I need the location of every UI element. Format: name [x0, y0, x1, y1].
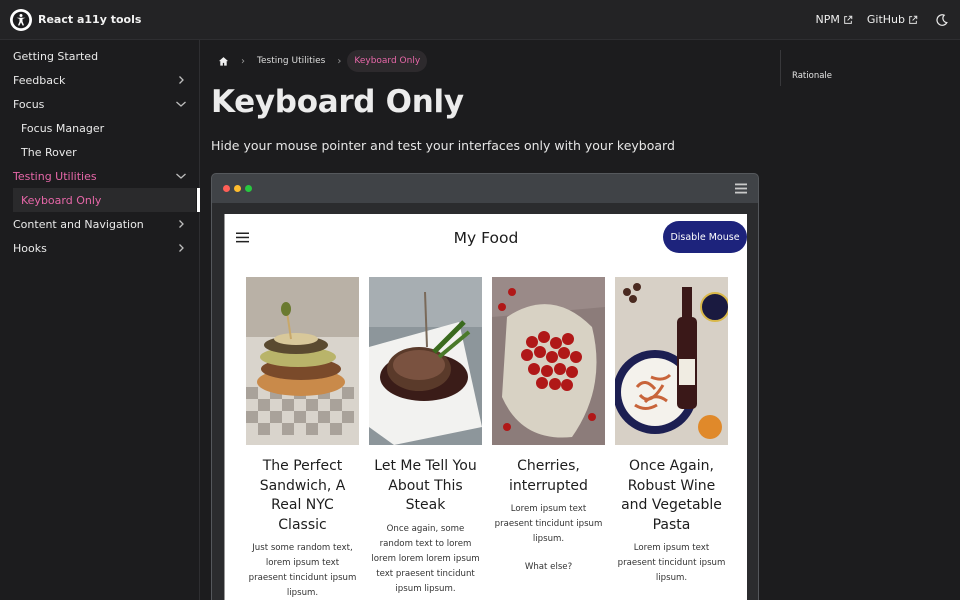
sidebar-item-label: Feedback [13, 73, 66, 87]
top-bar: React a11y tools NPM GitHub [0, 0, 960, 40]
sidebar: Getting Started Feedback Focus Focus Man… [0, 40, 200, 600]
sidebar-item-content-and-navigation[interactable]: Content and Navigation [0, 212, 199, 236]
breadcrumb-item-testing-utilities[interactable]: Testing Utilities [251, 56, 331, 66]
wine-pasta-photo [615, 277, 728, 445]
demo-header: My Food Disable Mouse [225, 214, 747, 262]
github-link[interactable]: GitHub [867, 13, 918, 26]
external-link-icon [909, 15, 918, 24]
hamburger-menu-icon[interactable] [236, 232, 249, 243]
page-lead: Hide your mouse pointer and test your in… [211, 138, 675, 153]
external-link-icon [844, 15, 853, 24]
close-dot-icon [223, 185, 230, 192]
accessibility-icon [10, 8, 32, 31]
food-cards: The Perfect Sandwich, A Real NYC Classic… [246, 277, 728, 600]
sidebar-item-feedback[interactable]: Feedback [0, 68, 199, 92]
card-title: Let Me Tell You About This Steak [374, 458, 477, 513]
food-card[interactable]: Cherries, interrupted Lorem ipsum text p… [492, 277, 605, 600]
toc-link-rationale[interactable]: Rationale [792, 71, 832, 81]
card-title: The Perfect Sandwich, A Real NYC Classic [259, 458, 346, 533]
sidebar-item-label: Getting Started [13, 49, 99, 63]
sidebar-item-label: Testing Utilities [13, 169, 97, 183]
cherries-photo [492, 277, 605, 445]
sidebar-item-testing-utilities[interactable]: Testing Utilities [0, 164, 199, 188]
sandwich-photo [246, 277, 359, 445]
chevron-right-icon[interactable] [175, 218, 187, 230]
chevron-down-icon[interactable] [175, 170, 187, 182]
card-extra-text: What else? [524, 562, 573, 572]
maximize-dot-icon [245, 185, 252, 192]
theme-toggle-button[interactable] [934, 12, 950, 28]
chevron-down-icon[interactable] [175, 98, 187, 110]
food-card[interactable]: Let Me Tell You About This Steak Once ag… [369, 277, 482, 600]
sidebar-item-focus[interactable]: Focus [0, 92, 199, 116]
sidebar-item-hooks[interactable]: Hooks [0, 236, 199, 260]
sidebar-item-the-rover[interactable]: The Rover [0, 140, 199, 164]
card-text: Once again, some random text to lorem lo… [371, 523, 480, 594]
sidebar-item-label: Focus [13, 97, 45, 111]
card-text: Lorem ipsum text praesent tincidunt ipsu… [617, 543, 726, 583]
food-card[interactable]: Once Again, Robust Wine and Vegetable Pa… [615, 277, 728, 600]
card-text: Lorem ipsum text praesent tincidunt ipsu… [494, 504, 603, 544]
menu-icon[interactable] [735, 183, 747, 194]
breadcrumb: › Testing Utilities › Keyboard Only [211, 50, 780, 72]
main-content: › Testing Utilities › Keyboard Only Keyb… [200, 40, 780, 600]
top-nav: NPM GitHub [816, 12, 950, 28]
sidebar-item-label: Keyboard Only [21, 193, 102, 207]
home-icon[interactable] [211, 50, 235, 72]
moon-icon [936, 13, 948, 26]
sidebar-item-label: Hooks [13, 241, 47, 255]
sidebar-item-getting-started[interactable]: Getting Started [0, 44, 199, 68]
sidebar-item-keyboard-only[interactable]: Keyboard Only [13, 188, 200, 212]
npm-link-label: NPM [815, 13, 840, 26]
sidebar-item-label: Focus Manager [21, 121, 105, 135]
minimize-dot-icon [234, 185, 241, 192]
chevron-right-icon[interactable] [175, 74, 187, 86]
food-card[interactable]: The Perfect Sandwich, A Real NYC Classic… [246, 277, 359, 600]
sidebar-item-label: The Rover [21, 145, 77, 159]
brand-title: React a11y tools [38, 13, 142, 26]
breadcrumb-item-current: Keyboard Only [347, 50, 428, 72]
sidebar-item-focus-manager[interactable]: Focus Manager [0, 116, 199, 140]
demo-window: My Food Disable Mouse The Perfect Sandwi… [211, 173, 759, 600]
breadcrumb-separator: › [337, 55, 342, 67]
card-title: Cherries, interrupted [509, 458, 588, 494]
page-title: Keyboard Only [211, 84, 464, 120]
npm-link[interactable]: NPM [816, 13, 853, 26]
demo-page: My Food Disable Mouse The Perfect Sandwi… [224, 214, 747, 600]
steak-photo [369, 277, 482, 445]
demo-window-body: My Food Disable Mouse The Perfect Sandwi… [212, 203, 758, 600]
brand[interactable]: React a11y tools [10, 8, 142, 31]
demo-title: My Food [453, 229, 519, 247]
github-link-label: GitHub [866, 13, 905, 26]
table-of-contents: Rationale [780, 50, 960, 86]
sidebar-item-label: Content and Navigation [13, 217, 144, 231]
card-text: Just some random text, lorem ipsum text … [248, 543, 357, 598]
chevron-right-icon[interactable] [175, 242, 187, 254]
demo-window-titlebar [212, 174, 758, 203]
disable-mouse-button[interactable]: Disable Mouse [663, 221, 747, 253]
breadcrumb-separator: › [241, 55, 245, 67]
card-title: Once Again, Robust Wine and Vegetable Pa… [621, 458, 722, 533]
